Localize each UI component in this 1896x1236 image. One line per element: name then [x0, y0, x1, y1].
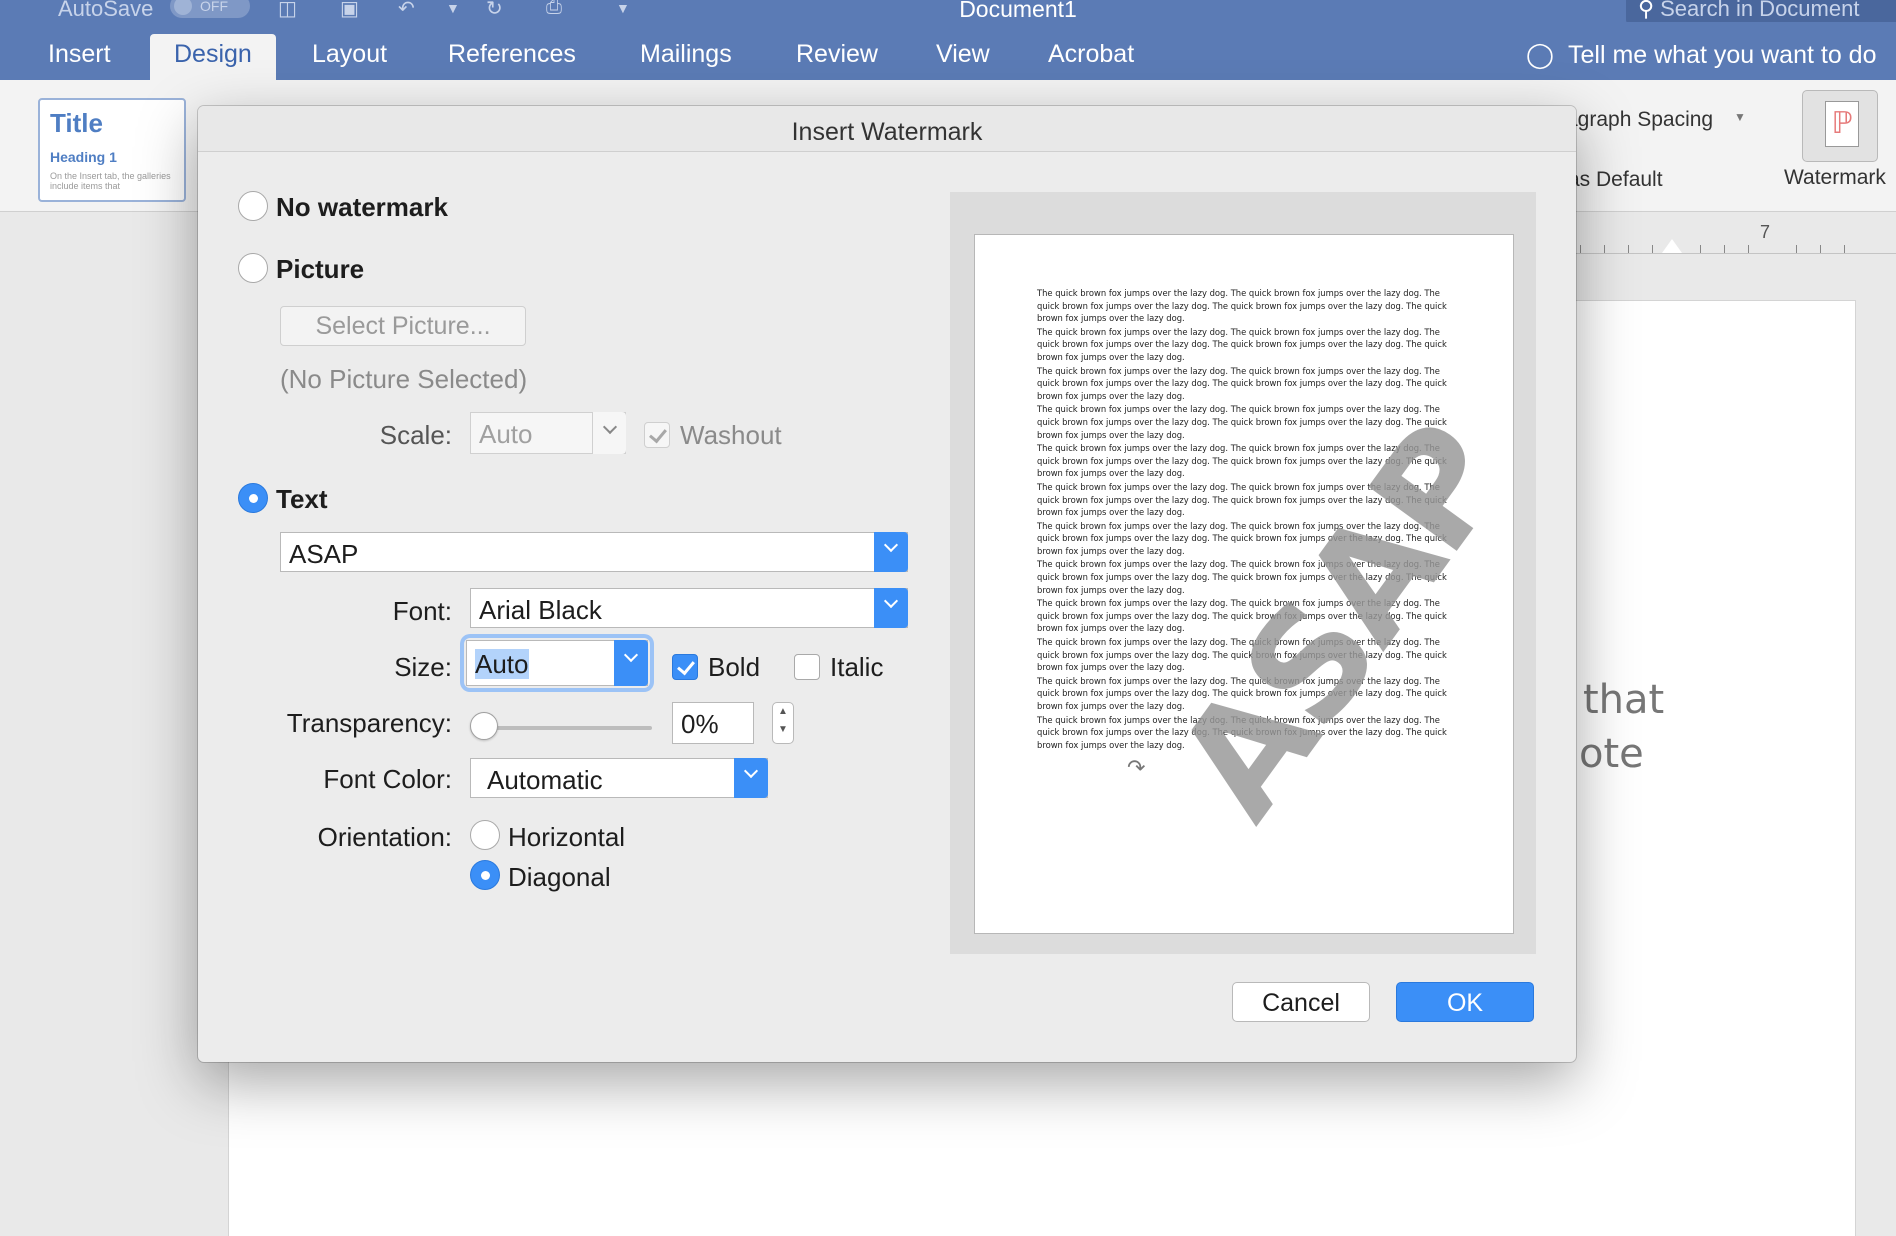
style-body-sample: On the Insert tab, the galleries include…: [50, 171, 171, 191]
watermark-text-combo[interactable]: ASAP: [280, 532, 908, 572]
ruler-tick: [1820, 245, 1821, 253]
font-color-combo[interactable]: Automatic: [470, 758, 768, 798]
no-watermark-label: No watermark: [276, 192, 448, 222]
document-text-line: ote: [1579, 731, 1644, 777]
size-label: Size:: [394, 652, 452, 682]
watermark-button[interactable]: ℙ: [1802, 90, 1878, 162]
dialog-title: Insert Watermark: [198, 106, 1576, 152]
watermark-icon: ℙ: [1825, 101, 1859, 147]
no-picture-text: (No Picture Selected): [280, 364, 528, 394]
tell-me-box[interactable]: ◯ Tell me what you want to do: [1526, 40, 1876, 70]
watermark-label: Watermark: [1784, 166, 1886, 189]
style-set-thumbnail[interactable]: Title Heading 1 On the Insert tab, the g…: [38, 98, 186, 202]
search-icon: ⚲: [1638, 0, 1655, 21]
tab-references[interactable]: References: [448, 40, 576, 69]
ruler-tick: [1796, 245, 1797, 253]
scale-combo[interactable]: Auto: [470, 412, 626, 454]
paragraph-spacing-button[interactable]: agraph Spacing: [1566, 108, 1713, 132]
tab-review[interactable]: Review: [796, 40, 878, 69]
search-input[interactable]: ⚲ Search in Document: [1626, 0, 1896, 24]
no-watermark-radio[interactable]: [238, 191, 268, 221]
diagonal-label: Diagonal: [508, 862, 611, 892]
ruler-tick: [1580, 245, 1581, 253]
text-radio[interactable]: [238, 483, 268, 513]
scale-dropdown-icon[interactable]: [592, 412, 626, 454]
transparency-stepper[interactable]: ▲ ▼: [772, 702, 794, 744]
horizontal-radio[interactable]: [470, 820, 500, 850]
font-combo[interactable]: Arial Black: [470, 588, 908, 628]
diagonal-radio[interactable]: [470, 860, 500, 890]
ruler-tick: [1724, 245, 1725, 253]
preview-paragraph: The quick brown fox jumps over the lazy …: [1037, 365, 1447, 401]
size-value[interactable]: Auto: [475, 649, 529, 679]
font-dropdown-icon[interactable]: [874, 588, 908, 628]
watermark-preview: The quick brown fox jumps over the lazy …: [950, 192, 1536, 954]
size-combo[interactable]: Auto: [466, 640, 648, 686]
size-dropdown-icon[interactable]: [614, 640, 648, 686]
select-picture-button[interactable]: Select Picture...: [280, 306, 526, 346]
washout-checkbox[interactable]: [644, 422, 670, 448]
font-color-dropdown-icon[interactable]: [734, 758, 768, 798]
ruler-tick: [1700, 245, 1701, 253]
insert-watermark-dialog: Insert Watermark No watermark Picture Se…: [198, 106, 1576, 1062]
transparency-slider-track[interactable]: [484, 726, 652, 730]
ruler-tick: [1652, 245, 1653, 253]
horizontal-label: Horizontal: [508, 822, 626, 852]
tab-view[interactable]: View: [936, 40, 990, 69]
font-color-value: Automatic: [487, 765, 603, 795]
tab-mailings[interactable]: Mailings: [640, 40, 732, 69]
title-bar: AutoSave OFF ◫ ▣ ↶ ▼ ↻ ⎙ ▼ Document1 ⚲ Se…: [0, 0, 1896, 24]
style-heading-sample: Heading 1: [50, 149, 117, 165]
bold-label: Bold: [708, 652, 761, 682]
italic-label: Italic: [830, 652, 884, 682]
picture-radio[interactable]: [238, 253, 268, 283]
font-value: Arial Black: [479, 595, 602, 625]
watermark-text-value: ASAP: [289, 539, 359, 569]
paragraph-spacing-dropdown-icon[interactable]: ▼: [1734, 110, 1746, 124]
document-text-line: that: [1583, 677, 1665, 723]
transparency-slider-thumb[interactable]: [470, 712, 498, 740]
transparency-label: Transparency:: [286, 708, 452, 738]
preview-paragraph: The quick brown fox jumps over the lazy …: [1037, 326, 1447, 362]
tab-design[interactable]: Design: [150, 34, 276, 80]
lightbulb-icon: ◯: [1526, 41, 1554, 69]
preview-paragraph: The quick brown fox jumps over the lazy …: [1037, 288, 1447, 324]
text-label: Text: [276, 484, 328, 514]
ruler-tick: [1748, 245, 1749, 253]
ruler-tick: [1844, 245, 1845, 253]
transparency-value: 0%: [681, 709, 719, 739]
tab-layout[interactable]: Layout: [312, 40, 387, 69]
search-placeholder: Search in Document: [1660, 0, 1860, 21]
preview-page: The quick brown fox jumps over the lazy …: [974, 234, 1514, 934]
set-as-default-button[interactable]: as Default: [1568, 168, 1663, 192]
tab-insert[interactable]: Insert: [48, 40, 111, 69]
scale-label: Scale:: [379, 420, 452, 450]
italic-checkbox[interactable]: [794, 654, 820, 680]
tab-acrobat[interactable]: Acrobat: [1048, 40, 1134, 69]
font-label: Font:: [392, 596, 452, 626]
ok-button[interactable]: OK: [1396, 982, 1534, 1022]
ruler-tick: [1628, 245, 1629, 253]
bold-checkbox[interactable]: [672, 654, 698, 680]
tell-me-text: Tell me what you want to do: [1567, 41, 1877, 69]
orientation-label: Orientation:: [317, 822, 452, 852]
scale-value: Auto: [479, 419, 533, 449]
washout-label: Washout: [680, 420, 782, 450]
cursor-icon: ↷: [1127, 755, 1146, 780]
ruler-number: 7: [1760, 222, 1771, 242]
ribbon-tabs: Insert Design Layout References Mailings…: [0, 22, 1896, 80]
font-color-label: Font Color:: [323, 764, 452, 794]
picture-label: Picture: [276, 254, 365, 284]
document-title: Document1: [959, 0, 1077, 22]
horizontal-ruler: 7: [1560, 222, 1896, 254]
right-indent-marker[interactable]: [1662, 239, 1682, 253]
ruler-tick: [1604, 245, 1605, 253]
watermark-text-dropdown-icon[interactable]: [874, 532, 908, 572]
style-title-sample: Title: [50, 108, 103, 138]
transparency-input[interactable]: 0%: [672, 702, 754, 744]
cancel-button[interactable]: Cancel: [1232, 982, 1370, 1022]
